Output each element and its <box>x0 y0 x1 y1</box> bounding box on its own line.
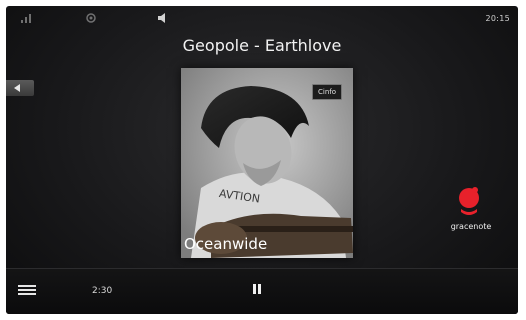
signal-icon <box>20 12 34 24</box>
gracenote-logo: gracenote <box>441 186 501 238</box>
media-player-screen: 20:15 Geopole - Earthlove AVTION Cinfo O… <box>6 6 518 314</box>
gracenote-wordmark: gracenote <box>450 222 492 231</box>
status-bar: 20:15 <box>6 6 518 30</box>
back-button[interactable] <box>6 80 34 96</box>
album-art-frame[interactable]: AVTION Cinfo Oceanwide <box>181 68 353 258</box>
gps-icon <box>84 12 98 24</box>
pause-icon <box>253 284 256 294</box>
clock: 20:15 <box>485 14 510 23</box>
chevron-left-icon <box>14 84 20 92</box>
album-name: Oceanwide <box>184 235 268 253</box>
elapsed-time: 2:30 <box>92 286 113 296</box>
volume-icon <box>156 12 170 24</box>
pause-button[interactable] <box>250 282 264 298</box>
track-title: Geopole - Earthlove <box>182 36 342 55</box>
playback-bar: 2:30 <box>6 268 518 314</box>
gracenote-icon <box>459 187 479 215</box>
info-badge[interactable]: Cinfo <box>312 84 342 100</box>
list-icon[interactable] <box>18 285 36 299</box>
